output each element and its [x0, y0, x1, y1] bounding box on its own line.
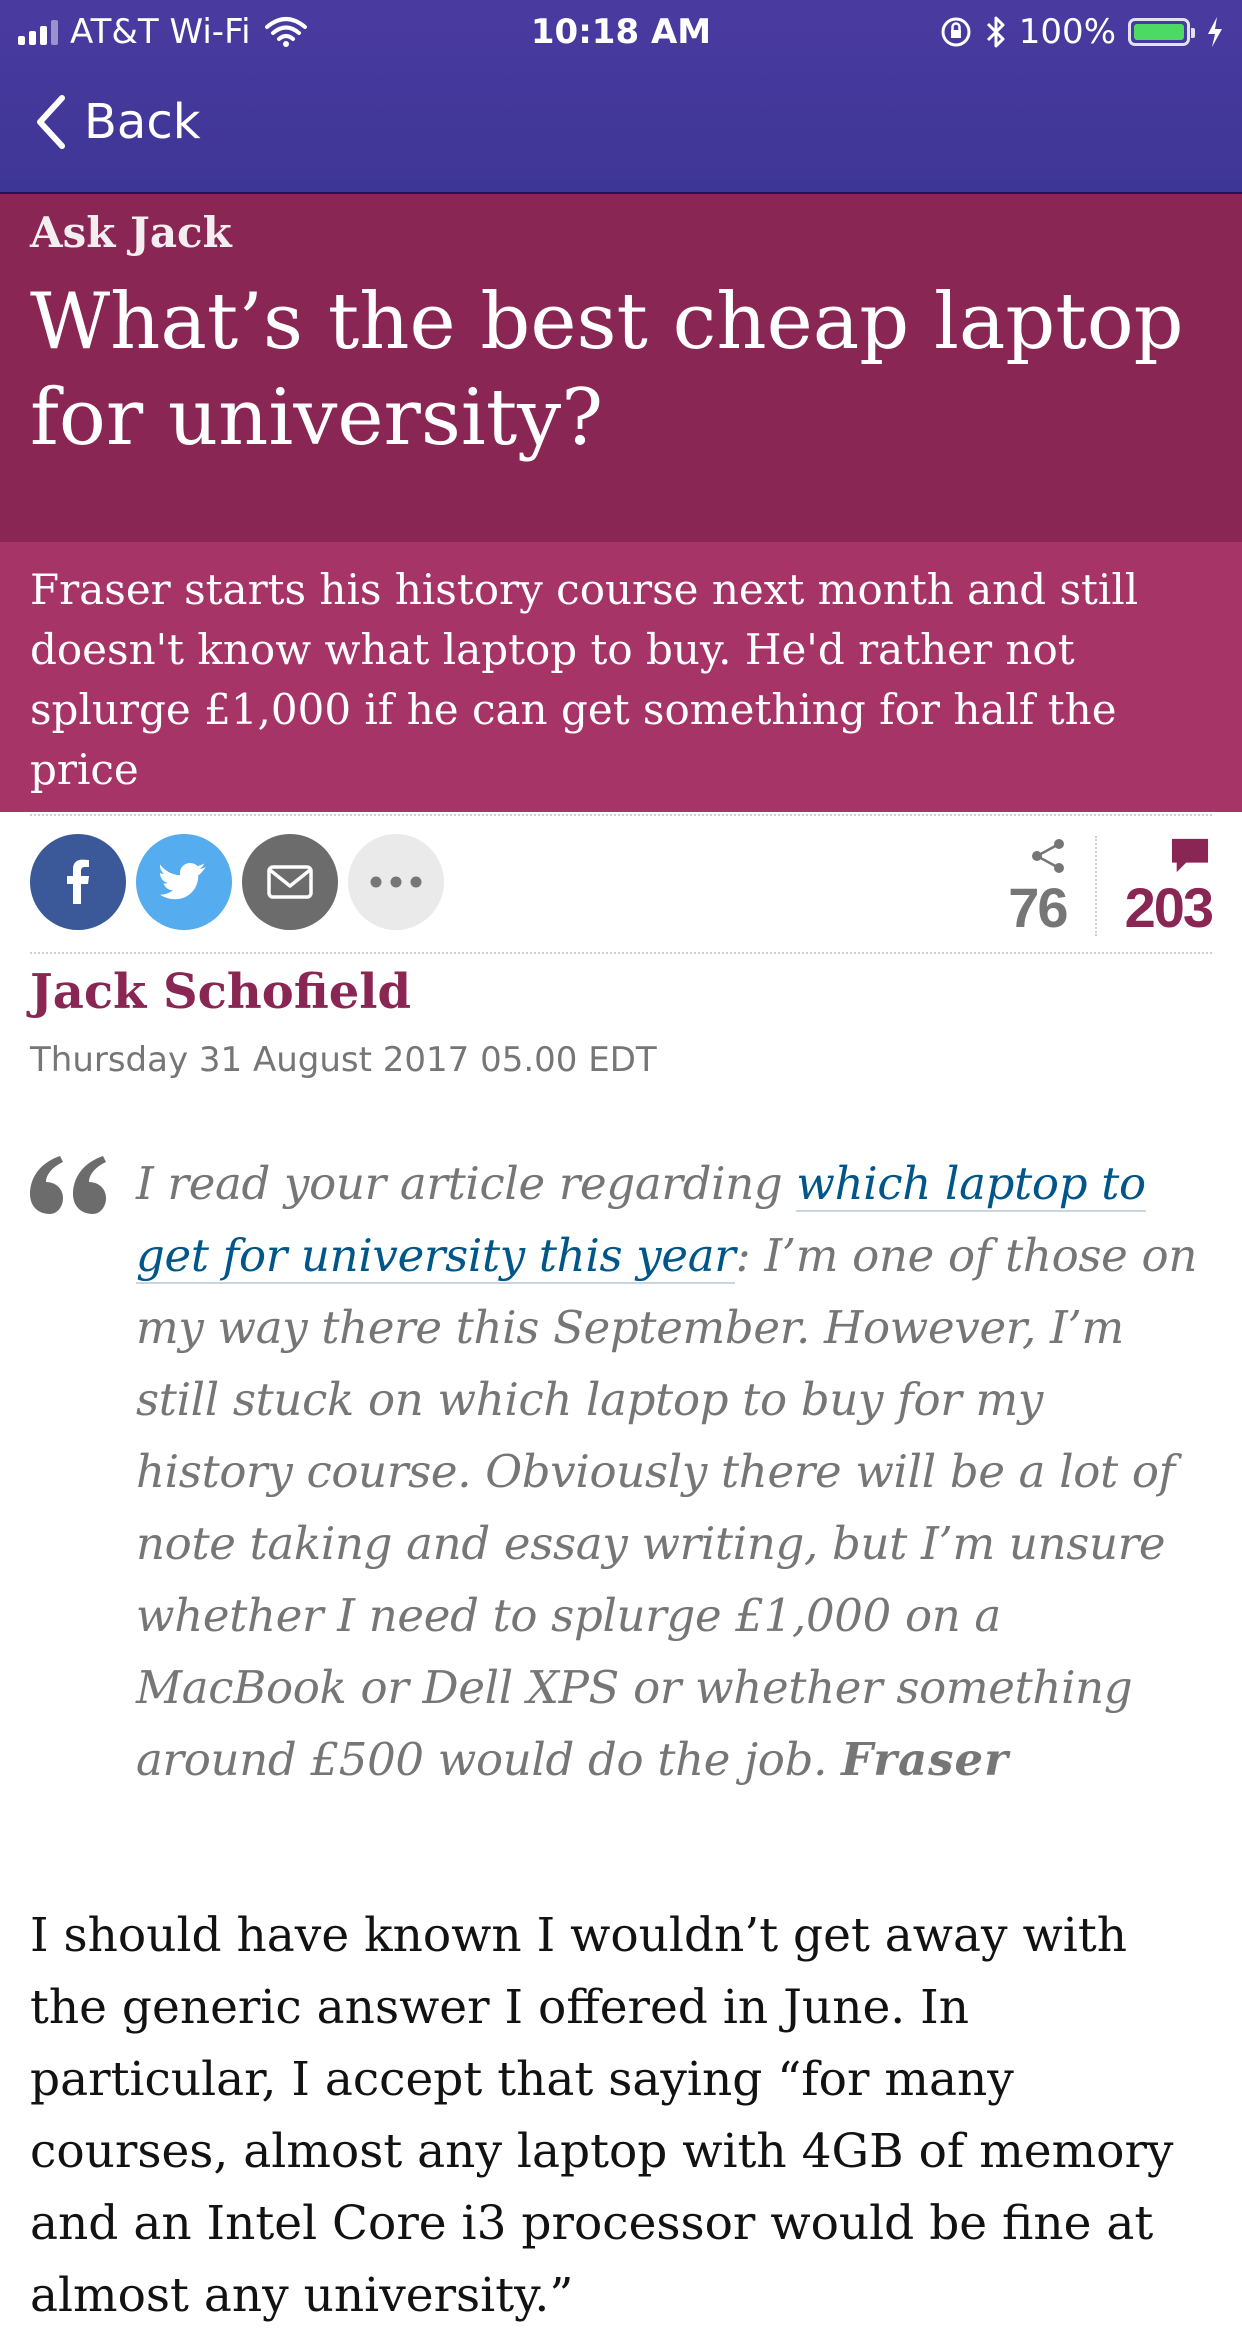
article-headline: What’s the best cheap laptop for univers… [30, 277, 1184, 463]
article-standfirst: Fraser starts his history course next mo… [0, 542, 1242, 812]
share-count[interactable]: 76 [980, 836, 1097, 939]
email-share-button[interactable] [242, 834, 338, 930]
series-kicker[interactable]: Ask Jack [30, 208, 232, 257]
quote-rest: : I’m one of those on my way there this … [136, 1229, 1197, 1786]
comment-count[interactable]: 203 [1097, 836, 1214, 939]
orientation-lock-icon [941, 17, 971, 47]
author-byline[interactable]: Jack Schofield [30, 964, 411, 1020]
more-share-button[interactable] [348, 834, 444, 930]
top-bar: AT&T Wi-Fi 10:18 AM 100% Back [0, 0, 1242, 194]
standfirst-text: Fraser starts his history course next mo… [30, 565, 1139, 794]
quote-text: I read your article regarding which lapt… [136, 1148, 1212, 1796]
comment-icon [1171, 838, 1209, 873]
navigation-bar: Back [0, 62, 1242, 190]
comment-count-value: 203 [1124, 876, 1214, 939]
facebook-share-button[interactable] [30, 834, 126, 930]
chevron-left-icon [37, 95, 65, 149]
publish-date: Thursday 31 August 2017 05.00 EDT [30, 1040, 657, 1080]
battery-icon [1128, 18, 1195, 46]
share-count-value: 76 [1008, 876, 1068, 939]
facebook-icon [67, 859, 89, 904]
share-icon [1031, 839, 1064, 873]
divider [30, 952, 1212, 954]
charging-icon [1208, 17, 1222, 47]
pull-quote: I read your article regarding which lapt… [30, 1148, 1212, 1796]
article-header: Ask Jack What’s the best cheap laptop fo… [0, 194, 1242, 542]
email-icon [267, 865, 313, 899]
engagement-counts: 76 203 [980, 836, 1214, 939]
battery-percent: 100% [1018, 12, 1116, 52]
share-buttons [30, 834, 444, 930]
more-icon [370, 876, 422, 888]
status-right: 100% [939, 12, 1224, 52]
divider [30, 814, 1212, 816]
back-button[interactable]: Back [34, 92, 201, 152]
quote-signature: Fraser [841, 1733, 1009, 1786]
status-bar: AT&T Wi-Fi 10:18 AM 100% [0, 0, 1242, 62]
twitter-share-button[interactable] [136, 834, 232, 930]
back-label: Back [84, 94, 201, 150]
article-body-paragraph: I should have known I wouldn’t get away … [30, 1908, 1174, 2323]
bluetooth-icon [986, 16, 1005, 48]
battery-fill [1134, 24, 1184, 40]
quote-intro: I read your article regarding [136, 1157, 797, 1210]
quote-mark-icon [30, 1156, 106, 1214]
twitter-icon [160, 863, 206, 900]
